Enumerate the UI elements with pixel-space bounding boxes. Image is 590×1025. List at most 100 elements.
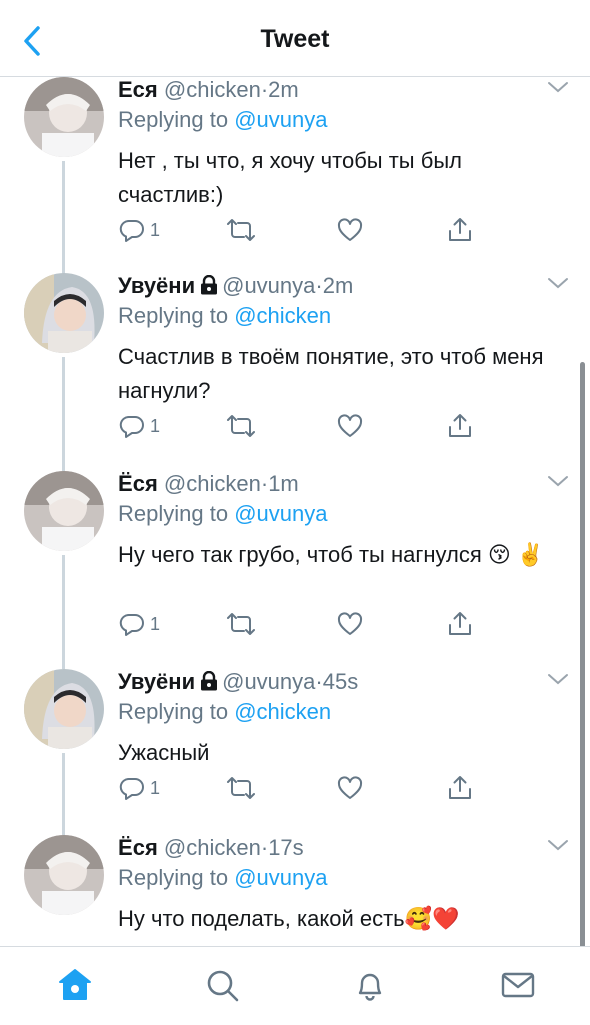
display-name[interactable]: Еся — [118, 77, 158, 102]
tweet-text: Ужасный — [118, 740, 210, 765]
heart-icon — [337, 612, 363, 635]
username[interactable]: @uvunya — [222, 669, 315, 694]
username[interactable]: @chicken — [164, 77, 261, 102]
tweet-text: Нет , ты что, я хочу чтобы ты был счастл… — [118, 148, 462, 207]
chevron-down-icon[interactable] — [546, 275, 570, 291]
share-icon — [449, 612, 471, 635]
bottom-tab-bar — [0, 946, 590, 1025]
thread-connector — [62, 555, 65, 669]
tweet-meta: Увуёни @uvunya·2m — [118, 273, 354, 298]
timestamp: 45s — [322, 669, 359, 694]
like-button[interactable] — [336, 411, 364, 441]
tweet-text: Счастлив в твоём понятие, это чтоб меня … — [118, 344, 544, 403]
lock-icon — [201, 671, 218, 691]
chevron-down-icon[interactable] — [546, 837, 570, 853]
search-icon[interactable] — [202, 965, 242, 1005]
share-button[interactable] — [446, 215, 474, 245]
share-button[interactable] — [446, 609, 474, 639]
like-button[interactable] — [336, 215, 364, 245]
timestamp: 2m — [322, 273, 354, 298]
reply-count: 1 — [150, 613, 161, 634]
reply-icon — [119, 415, 144, 438]
mention-link[interactable]: @chicken — [234, 699, 331, 724]
avatar[interactable] — [24, 273, 104, 353]
reply-count: 1 — [150, 415, 161, 436]
chevron-down-icon[interactable] — [546, 79, 570, 95]
display-name[interactable]: Ёся — [118, 835, 158, 860]
messages-icon[interactable] — [498, 965, 538, 1005]
reply-count: 1 — [150, 777, 161, 798]
replying-to: Replying to @uvunya — [118, 107, 328, 132]
replying-to: Replying to @chicken — [118, 699, 332, 724]
timestamp: 17s — [268, 835, 304, 860]
retweet-icon — [227, 777, 255, 799]
display-name[interactable]: Ёся — [118, 471, 158, 496]
retweet-icon — [227, 219, 255, 241]
reply-button[interactable]: 1 — [118, 215, 160, 245]
retweet-icon — [227, 415, 255, 437]
thread-connector — [62, 753, 65, 835]
notifications-icon[interactable] — [350, 965, 390, 1005]
scrollbar[interactable] — [580, 362, 585, 946]
share-button[interactable] — [446, 773, 474, 803]
thread-connector — [62, 357, 65, 471]
display-name[interactable]: Увуёни — [118, 669, 195, 694]
mention-link[interactable]: @uvunya — [234, 107, 327, 132]
reply-count: 1 — [150, 219, 161, 240]
heart-icon — [337, 776, 363, 799]
replying-to: Replying to @uvunya — [118, 501, 328, 526]
tweet-actions: 1 — [118, 411, 478, 441]
mention-link[interactable]: @chicken — [234, 303, 331, 328]
tweet-meta: Еся @chicken·2m — [118, 77, 299, 102]
reply-icon — [119, 219, 144, 242]
retweet-button[interactable] — [224, 215, 258, 245]
replying-to: Replying to @chicken — [118, 303, 332, 328]
lock-icon — [201, 275, 218, 295]
avatar[interactable] — [24, 77, 104, 157]
retweet-button[interactable] — [224, 411, 258, 441]
mention-link[interactable]: @uvunya — [234, 865, 327, 890]
share-icon — [449, 218, 471, 241]
like-button[interactable] — [336, 773, 364, 803]
replying-to: Replying to @uvunya — [118, 865, 328, 890]
reply-button[interactable]: 1 — [118, 411, 160, 441]
avatar[interactable] — [24, 471, 104, 551]
retweet-button[interactable] — [224, 609, 258, 639]
tweet-actions: 1 — [118, 773, 478, 803]
retweet-button[interactable] — [224, 773, 258, 803]
tweet-actions: 1 — [118, 609, 478, 639]
page-title: Tweet — [260, 25, 330, 53]
username[interactable]: @uvunya — [222, 273, 315, 298]
tweet-text: Ну что поделать, какой есть🥰❤️ — [118, 906, 460, 931]
username[interactable]: @chicken — [164, 835, 261, 860]
tweet[interactable]: Еся @chicken·2m Replying to @uvunya Нет … — [0, 77, 590, 275]
reply-button[interactable]: 1 — [118, 773, 160, 803]
share-button[interactable] — [446, 411, 474, 441]
display-name[interactable]: Увуёни — [118, 273, 195, 298]
tweet[interactable]: Ёся @chicken·17s Replying to @uvunya Ну … — [0, 835, 590, 946]
tweet-meta: Ёся @chicken·17s — [118, 835, 304, 860]
timestamp: 1m — [268, 471, 299, 496]
chevron-down-icon[interactable] — [546, 473, 570, 489]
mention-link[interactable]: @uvunya — [234, 501, 327, 526]
timestamp: 2m — [268, 77, 299, 102]
top-bar: Tweet — [0, 0, 590, 77]
tweet-text: Ну чего так грубо, чтоб ты нагнулся 😚 ✌️ — [118, 542, 545, 567]
thread-connector — [62, 161, 65, 275]
heart-icon — [337, 218, 363, 241]
tweet[interactable]: Увуёни @uvunya·45s Replying to @chicken У… — [0, 669, 590, 835]
username[interactable]: @chicken — [164, 471, 261, 496]
like-button[interactable] — [336, 609, 364, 639]
tweet-actions: 1 — [118, 215, 478, 245]
tweet[interactable]: Ёся @chicken·1m Replying to @uvunya Ну ч… — [0, 471, 590, 669]
tweet-thread[interactable]: Еся @chicken·2m Replying to @uvunya Нет … — [0, 77, 590, 946]
chevron-down-icon[interactable] — [546, 671, 570, 687]
avatar[interactable] — [24, 835, 104, 915]
avatar[interactable] — [24, 669, 104, 749]
share-icon — [449, 414, 471, 437]
reply-icon — [119, 777, 144, 800]
home-icon[interactable] — [55, 965, 95, 1005]
tweet-meta: Увуёни @uvunya·45s — [118, 669, 359, 694]
tweet[interactable]: Увуёни @uvunya·2m Replying to @chicken Сч… — [0, 273, 590, 471]
reply-button[interactable]: 1 — [118, 609, 160, 639]
